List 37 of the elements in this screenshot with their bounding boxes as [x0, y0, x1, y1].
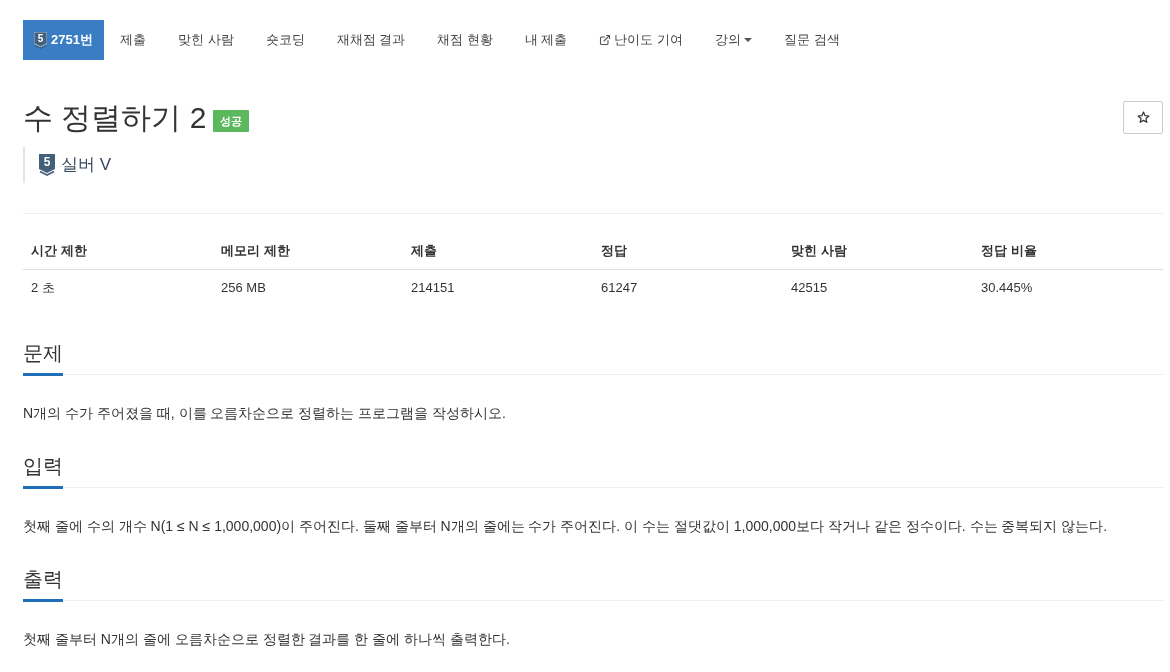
section-paragraph: 첫째 줄부터 N개의 줄에 오름차순으로 정렬한 결과를 한 줄에 하나씩 출력한다. [23, 630, 511, 649]
nav-tab[interactable]: 난이도 기여 [583, 20, 700, 60]
tier-label: 실버 V [61, 154, 112, 177]
table-header-cell: 제출 [403, 232, 593, 269]
favorite-button[interactable] [1123, 101, 1163, 134]
table-cell: 214151 [403, 269, 593, 305]
external-link-icon [599, 34, 612, 46]
nav-tab[interactable]: 5 2751번 [23, 20, 104, 60]
section-heading: 입력 [23, 452, 63, 489]
table-header-cell: 맞힌 사람 [783, 232, 973, 269]
table-header-cell: 메모리 제한 [213, 232, 403, 269]
nav-tab[interactable]: 제출 [103, 20, 162, 60]
section-heading: 문제 [23, 339, 63, 376]
table-cell: 256 MB [213, 269, 403, 305]
nav-tab[interactable]: 강의 [699, 20, 769, 60]
table-cell: 30.445% [973, 269, 1163, 305]
table-cell: 2 초 [23, 269, 213, 305]
tier-shield-icon: 5 [34, 31, 47, 49]
nav-tab[interactable]: 맞힌 사람 [161, 20, 250, 60]
nav-tab[interactable]: 재채점 결과 [320, 20, 422, 60]
table-cell: 42515 [783, 269, 973, 305]
nav-tab[interactable]: 질문 검색 [768, 20, 856, 60]
table-header-cell: 시간 제한 [23, 232, 213, 269]
star-icon [1136, 111, 1150, 124]
section-paragraph: 첫째 줄에 수의 개수 N(1 ≤ N ≤ 1,000,000)이 주어진다. 둘째 줄부터 N개의 줄에는 수가 주어진다. 이 수는 절댓값이 1,000,000보다 작거나 같은 정수이다. 수는 중복되지 않는다. [23, 517, 1109, 536]
tier-shield-icon: 5 [39, 154, 55, 176]
nav-tab[interactable]: 내 제출 [508, 20, 584, 60]
nav-tab[interactable]: 채점 현황 [421, 20, 509, 60]
table-cell: 61247 [593, 269, 783, 305]
nav-tab[interactable]: 숏코딩 [249, 20, 321, 60]
section-heading: 출력 [23, 565, 63, 602]
problem-title: 수 정렬하기 2 [23, 100, 207, 136]
caret-icon [744, 38, 753, 42]
table-header-cell: 정답 비율 [973, 232, 1163, 269]
result-badge: 성공 [213, 110, 250, 132]
section-paragraph: N개의 수가 주어졌을 때, 이를 오름차순으로 정렬하는 프로그램을 작성하시오. [23, 404, 507, 423]
table-header-cell: 정답 [593, 232, 783, 269]
